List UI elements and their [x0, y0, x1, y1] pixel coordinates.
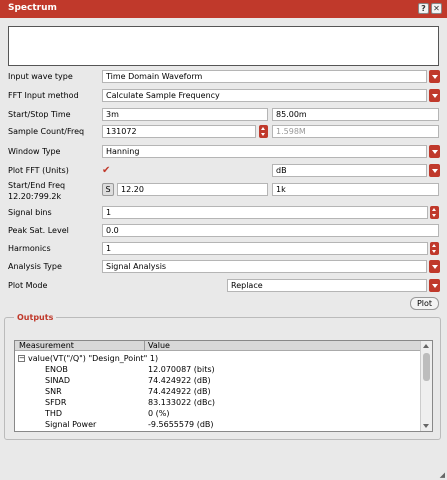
table-row[interactable]: SINAD 74.424922 (dB)	[15, 375, 421, 386]
peak-sat-level-label: Peak Sat. Level	[8, 226, 69, 235]
tree-group-row[interactable]: − value(VT("/Q") "Design_Point" 1)	[15, 353, 421, 364]
fft-input-method-select[interactable]: Calculate Sample Frequency	[102, 89, 427, 102]
resize-grip-icon[interactable]: ◢	[440, 471, 445, 479]
sample-count-spinner-icon[interactable]	[259, 125, 268, 138]
measurement-cell: SINAD	[45, 376, 71, 385]
outputs-table-header: Measurement Value	[15, 341, 421, 351]
table-row[interactable]: THD 0 (%)	[15, 408, 421, 419]
input-wave-type-label: Input wave type	[8, 72, 73, 81]
value-cell: 83.133022 (dBc)	[148, 398, 216, 407]
start-end-freq-range: 12.20:799.2k	[8, 192, 62, 201]
sample-count-freq-label: Sample Count/Freq	[8, 127, 85, 136]
table-row[interactable]: SFDR 83.133022 (dBc)	[15, 397, 421, 408]
harmonics-spinner-icon[interactable]	[430, 242, 439, 255]
value-cell: -9.5655579 (dB)	[148, 420, 214, 429]
measurement-cell: Signal Power	[45, 420, 97, 429]
sample-freq-input: 1.598M	[272, 125, 439, 138]
analysis-type-label: Analysis Type	[8, 262, 62, 271]
peak-sat-level-input[interactable]: 0.0	[102, 224, 439, 237]
close-icon[interactable]: ✕	[431, 3, 442, 14]
outputs-title: Outputs	[14, 313, 57, 322]
plot-fft-units-dropdown-icon[interactable]	[429, 164, 440, 177]
plot-mode-select[interactable]: Replace	[227, 279, 427, 292]
plot-mode-dropdown-icon[interactable]	[429, 279, 440, 292]
fft-input-method-label: FFT Input method	[8, 91, 79, 100]
value-column-header[interactable]: Value	[148, 341, 170, 351]
harmonics-label: Harmonics	[8, 244, 51, 253]
value-cell: 12.070087 (bits)	[148, 365, 215, 374]
scroll-down-icon[interactable]	[423, 424, 429, 428]
scroll-up-icon[interactable]	[423, 344, 429, 348]
expression-textarea[interactable]	[8, 26, 439, 66]
start-freq-input[interactable]: 12.20	[117, 183, 268, 196]
window-type-label: Window Type	[8, 147, 61, 156]
window-type-select[interactable]: Hanning	[102, 145, 427, 158]
end-freq-input[interactable]: 1k	[272, 183, 439, 196]
tree-group-label: value(VT("/Q") "Design_Point" 1)	[28, 354, 159, 363]
start-freq-s-button[interactable]: S	[102, 183, 114, 196]
measurement-cell: ENOB	[45, 365, 68, 374]
window-type-dropdown-icon[interactable]	[429, 145, 440, 158]
plot-mode-label: Plot Mode	[8, 281, 48, 290]
collapse-icon[interactable]: −	[18, 355, 25, 362]
plot-fft-label: Plot FFT (Units)	[8, 166, 69, 175]
start-time-input[interactable]: 3m	[102, 108, 268, 121]
measurement-cell: SFDR	[45, 398, 67, 407]
window-title: Spectrum	[8, 3, 57, 13]
value-cell: 74.424922 (dB)	[148, 387, 211, 396]
plot-fft-units-select[interactable]: dB	[272, 164, 427, 177]
input-wave-type-dropdown-icon[interactable]	[429, 70, 440, 83]
signal-bins-spinner-icon[interactable]	[430, 206, 439, 219]
table-row[interactable]: Signal Power -9.5655579 (dB)	[15, 419, 421, 430]
signal-bins-input[interactable]: 1	[102, 206, 428, 219]
value-cell: 74.424922 (dB)	[148, 376, 211, 385]
analysis-type-dropdown-icon[interactable]	[429, 260, 440, 273]
measurement-cell: THD	[45, 409, 63, 418]
window-titlebar: Spectrum ? ✕	[0, 0, 447, 18]
column-separator[interactable]	[144, 341, 145, 351]
harmonics-input[interactable]: 1	[102, 242, 428, 255]
start-end-freq-label: Start/End Freq	[8, 181, 66, 190]
stop-time-input[interactable]: 85.00m	[272, 108, 439, 121]
outputs-scrollbar[interactable]	[420, 341, 432, 431]
sample-count-input[interactable]: 131072	[102, 125, 256, 138]
plot-button[interactable]: Plot	[410, 297, 439, 310]
value-cell: 0 (%)	[148, 409, 170, 418]
input-wave-type-select[interactable]: Time Domain Waveform	[102, 70, 427, 83]
fft-input-method-dropdown-icon[interactable]	[429, 89, 440, 102]
start-stop-time-label: Start/Stop Time	[8, 110, 71, 119]
table-row[interactable]: SNR 74.424922 (dB)	[15, 386, 421, 397]
table-row[interactable]: ENOB 12.070087 (bits)	[15, 364, 421, 375]
measurement-cell: SNR	[45, 387, 62, 396]
plot-fft-checkbox[interactable]: ✔	[102, 166, 112, 176]
signal-bins-label: Signal bins	[8, 208, 52, 217]
analysis-type-select[interactable]: Signal Analysis	[102, 260, 427, 273]
outputs-tree[interactable]: Measurement Value − value(VT("/Q") "Desi…	[14, 340, 433, 432]
scroll-thumb[interactable]	[423, 353, 430, 381]
help-icon[interactable]: ?	[418, 3, 429, 14]
measurement-column-header[interactable]: Measurement	[19, 341, 74, 351]
